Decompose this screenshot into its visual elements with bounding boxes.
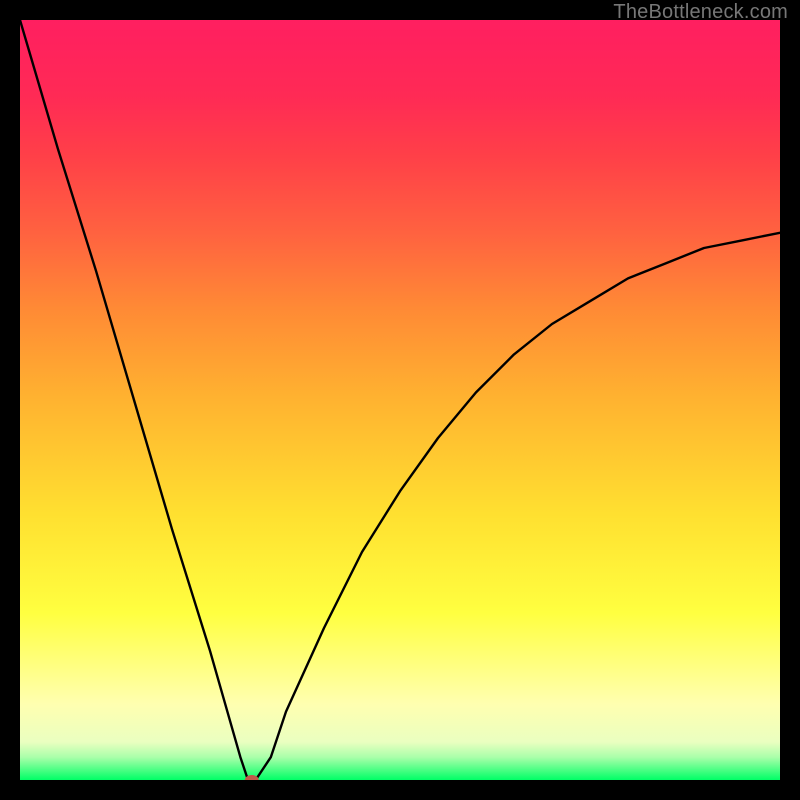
curve-svg <box>20 20 780 780</box>
chart-frame: TheBottleneck.com <box>0 0 800 800</box>
plot-area <box>20 20 780 780</box>
bottleneck-curve <box>20 20 780 780</box>
